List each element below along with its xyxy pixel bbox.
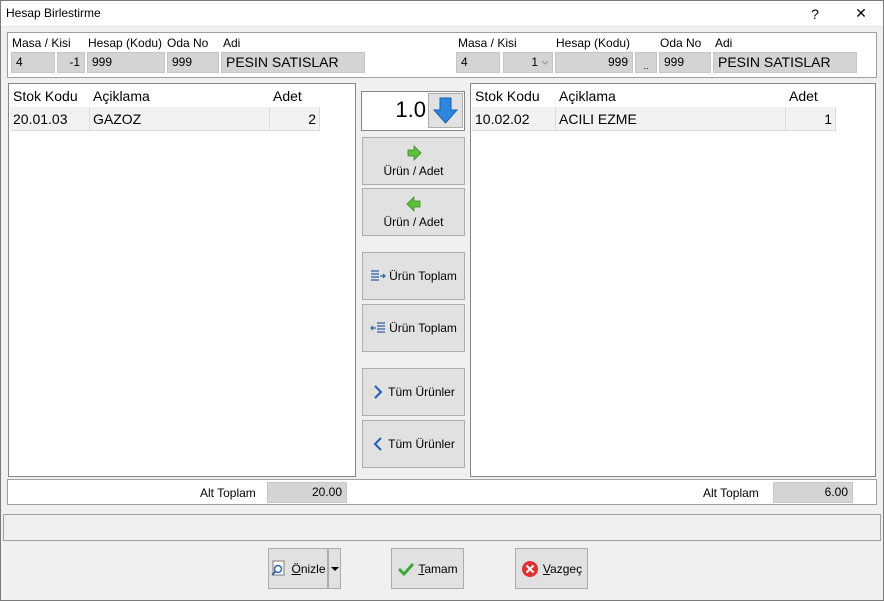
right-row-aciklama[interactable]: ACILI EZME [556, 107, 786, 131]
left-alt-toplam-value: 20.00 [267, 482, 347, 503]
left-col-adet[interactable]: Adet [270, 85, 320, 107]
move-left-total-label: Ürün Toplam [389, 321, 457, 335]
cancel-x-icon [521, 560, 538, 577]
help-button[interactable]: ? [792, 0, 838, 27]
left-row-aciklama[interactable]: GAZOZ [90, 107, 270, 131]
quantity-value[interactable]: 1.0 [366, 97, 426, 123]
checkmark-icon [398, 562, 415, 576]
move-left-total-button[interactable]: Ürün Toplam [362, 304, 465, 352]
right-col-stok-kodu[interactable]: Stok Kodu [472, 85, 556, 107]
window-title: Hesap Birlestirme [6, 6, 101, 20]
preview-magnifier-icon [271, 560, 285, 576]
right-kisi-value: 1 [531, 55, 538, 69]
cancel-label: azgeç [550, 561, 583, 576]
title-bar [0, 0, 884, 27]
left-col-stok-kodu[interactable]: Stok Kodu [10, 85, 90, 107]
arrow-left-green-icon [405, 195, 420, 212]
move-right-item-label: Ürün / Adet [383, 163, 444, 178]
right-masa-field[interactable]: 4 [456, 52, 500, 73]
list-move-left-icon [370, 322, 386, 333]
right-col-aciklama[interactable]: Açiklama [556, 85, 786, 107]
hesap-lookup-button[interactable]: .. [635, 52, 657, 73]
right-alt-toplam-value: 6.00 [773, 482, 853, 503]
left-items-grid[interactable] [8, 83, 356, 477]
preview-button[interactable]: Önizle [268, 548, 328, 589]
right-adi-field[interactable]: PESIN SATISLAR [713, 52, 857, 73]
close-button[interactable]: ✕ [838, 0, 884, 27]
left-masa-kisi-label: Masa / Kisi [12, 36, 71, 50]
spinner-down-icon[interactable] [540, 57, 550, 67]
ok-button[interactable]: Tamam [391, 548, 464, 589]
move-right-all-label: Tüm Ürünler [388, 385, 455, 399]
left-col-aciklama[interactable]: Açiklama [90, 85, 270, 107]
move-right-total-button[interactable]: Ürün Toplam [362, 252, 465, 300]
left-hesap-kodu-field[interactable]: 999 [87, 52, 165, 73]
right-adi-label: Adi [715, 36, 733, 50]
left-row-stok-kodu[interactable]: 20.01.03 [10, 107, 90, 131]
right-hesap-kodu-label: Hesap (Kodu) [556, 36, 631, 50]
ok-label: amam [424, 561, 458, 576]
list-move-right-icon [371, 270, 386, 281]
move-right-item-button[interactable]: Ürün / Adet [362, 137, 465, 185]
chevron-right-icon [374, 385, 383, 399]
move-left-item-button[interactable]: Ürün / Adet [362, 188, 465, 236]
move-left-item-label: Ürün / Adet [383, 214, 444, 229]
arrow-right-green-icon [407, 144, 422, 161]
left-row-adet[interactable]: 2 [270, 107, 320, 131]
move-left-all-label: Tüm Ürünler [388, 437, 455, 451]
left-kisi-field[interactable]: -1 [57, 52, 85, 73]
preview-hotkey: Ö [291, 561, 301, 576]
left-adi-label: Adi [223, 36, 241, 50]
left-hesap-kodu-label: Hesap (Kodu) [88, 36, 163, 50]
status-bar [3, 514, 881, 541]
right-col-adet[interactable]: Adet [786, 85, 836, 107]
move-left-all-button[interactable]: Tüm Ürünler [362, 420, 465, 468]
dropdown-arrow-icon [330, 566, 339, 571]
preview-label: nizle [300, 561, 326, 576]
right-masa-kisi-label: Masa / Kisi [458, 36, 517, 50]
move-right-all-button[interactable]: Tüm Ürünler [362, 368, 465, 416]
right-items-grid[interactable] [470, 83, 876, 477]
right-oda-no-label: Oda No [660, 36, 702, 50]
left-oda-no-field[interactable]: 999 [167, 52, 219, 73]
cancel-hotkey: V [542, 561, 551, 576]
right-alt-toplam-label: Alt Toplam [703, 486, 759, 500]
left-masa-field[interactable]: 4 [11, 52, 55, 73]
arrow-down-icon [432, 97, 459, 124]
preview-dropdown-button[interactable] [328, 548, 341, 589]
cancel-button[interactable]: Vazgeç [515, 548, 588, 589]
right-hesap-kodu-field[interactable]: 999 [555, 52, 633, 73]
quantity-down-button[interactable] [428, 93, 463, 128]
chevron-left-icon [373, 437, 382, 451]
left-adi-field[interactable]: PESIN SATISLAR [221, 52, 365, 73]
right-row-stok-kodu[interactable]: 10.02.02 [472, 107, 556, 131]
left-oda-no-label: Oda No [167, 36, 209, 50]
move-right-total-label: Ürün Toplam [389, 269, 457, 283]
right-oda-no-field[interactable]: 999 [659, 52, 711, 73]
left-alt-toplam-label: Alt Toplam [200, 486, 256, 500]
right-row-adet[interactable]: 1 [786, 107, 836, 131]
